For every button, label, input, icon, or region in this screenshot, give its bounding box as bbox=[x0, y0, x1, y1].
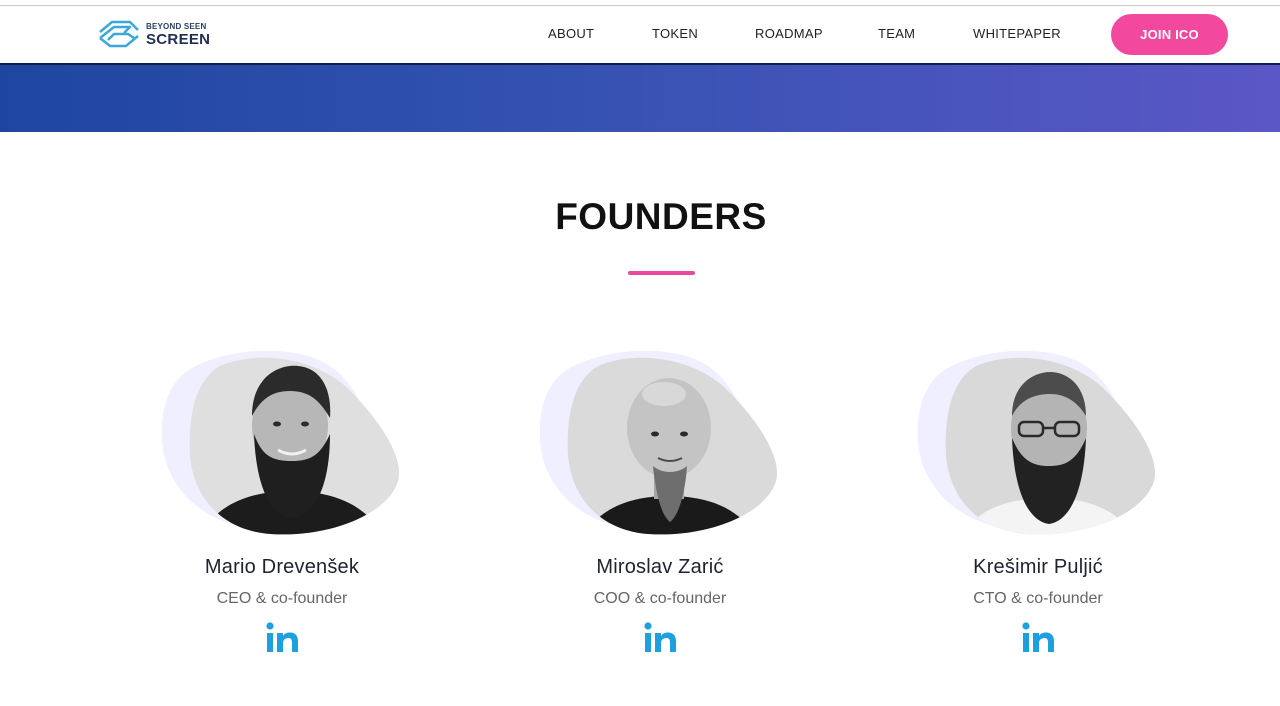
founder-card: Mario Drevenšek CEO & co-founder bbox=[132, 346, 432, 666]
title-underline bbox=[628, 271, 695, 275]
avatar bbox=[539, 350, 778, 535]
founder-role: COO & co-founder bbox=[593, 590, 727, 607]
avatar bbox=[161, 350, 400, 535]
main-nav: ABOUT TOKEN ROADMAP TEAM WHITEPAPER bbox=[0, 6, 1280, 63]
nav-about[interactable]: ABOUT bbox=[548, 26, 594, 41]
founder-photo bbox=[538, 346, 788, 541]
founder-name: Miroslav Zarić bbox=[596, 556, 724, 578]
founder-photo bbox=[160, 346, 410, 541]
founder-name: Mario Drevenšek bbox=[204, 556, 360, 578]
founder-photo bbox=[916, 346, 1166, 541]
nav-token[interactable]: TOKEN bbox=[652, 26, 698, 41]
founder-name: Krešimir Puljić bbox=[973, 556, 1103, 578]
section-title: FOUNDERS bbox=[555, 196, 767, 237]
linkedin-icon[interactable] bbox=[266, 622, 299, 652]
avatar bbox=[917, 350, 1156, 535]
join-ico-button[interactable]: JOIN ICO bbox=[1111, 14, 1228, 55]
site-header: BEYOND SEEN SCREEN ABOUT TOKEN ROADMAP T… bbox=[0, 6, 1280, 63]
founder-role: CTO & co-founder bbox=[973, 590, 1103, 607]
nav-team[interactable]: TEAM bbox=[878, 26, 915, 41]
founder-card: Krešimir Puljić CTO & co-founder bbox=[888, 346, 1188, 666]
hero-banner bbox=[0, 63, 1280, 132]
nav-roadmap[interactable]: ROADMAP bbox=[755, 26, 823, 41]
linkedin-icon[interactable] bbox=[1022, 622, 1055, 652]
linkedin-icon[interactable] bbox=[644, 622, 677, 652]
founder-card: Miroslav Zarić COO & co-founder bbox=[510, 346, 810, 666]
nav-whitepaper[interactable]: WHITEPAPER bbox=[973, 26, 1061, 41]
founder-role: CEO & co-founder bbox=[216, 590, 348, 607]
